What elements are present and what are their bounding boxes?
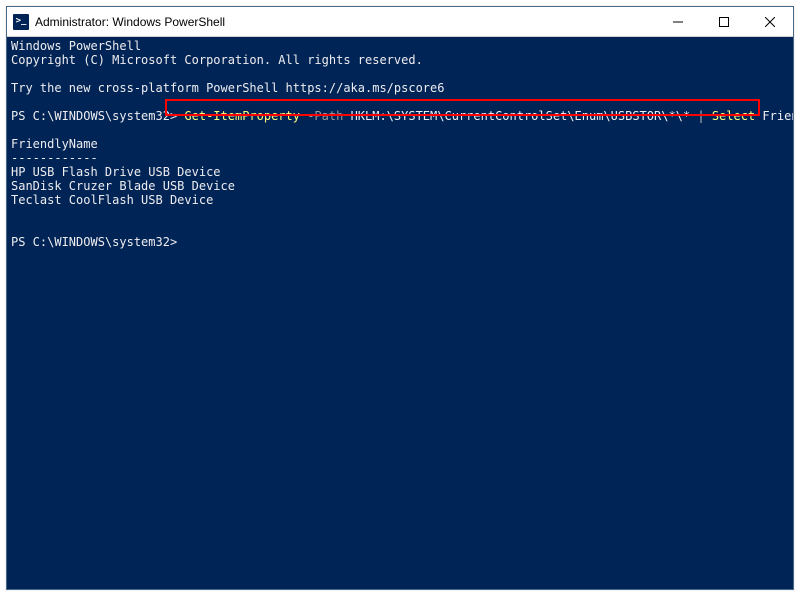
window-controls xyxy=(655,7,793,36)
powershell-icon-glyph: >_ xyxy=(16,17,27,26)
banner-line1: Windows PowerShell xyxy=(11,39,141,53)
minimize-icon xyxy=(673,17,683,27)
param-path-value: HKLM:\SYSTEM\CurrentControlSet\Enum\USBS… xyxy=(351,109,691,123)
select-arg: FriendlyName xyxy=(762,109,793,123)
prompt-1: PS C:\WINDOWS\system32> xyxy=(11,109,184,123)
banner-line2: Copyright (C) Microsoft Corporation. All… xyxy=(11,53,423,67)
terminal-body[interactable]: Windows PowerShell Copyright (C) Microso… xyxy=(7,37,793,589)
try-pscore-line: Try the new cross-platform PowerShell ht… xyxy=(11,81,444,95)
cmdlet-get-itemproperty: Get-ItemProperty xyxy=(184,109,300,123)
output-row: SanDisk Cruzer Blade USB Device xyxy=(11,179,235,193)
close-button[interactable] xyxy=(747,7,793,36)
output-row: HP USB Flash Drive USB Device xyxy=(11,165,221,179)
output-header: FriendlyName xyxy=(11,137,98,151)
cmdlet-select: Select xyxy=(712,109,763,123)
output-divider: ------------ xyxy=(11,151,98,165)
close-icon xyxy=(765,17,775,27)
param-path-name: -Path xyxy=(300,109,351,123)
maximize-icon xyxy=(719,17,729,27)
pipe-operator: | xyxy=(690,109,712,123)
titlebar: >_ Administrator: Windows PowerShell xyxy=(7,7,793,37)
minimize-button[interactable] xyxy=(655,7,701,36)
window-title: Administrator: Windows PowerShell xyxy=(35,15,225,29)
powershell-window: >_ Administrator: Windows PowerShell Win… xyxy=(6,6,794,590)
powershell-icon: >_ xyxy=(13,14,29,30)
prompt-2: PS C:\WINDOWS\system32> xyxy=(11,235,177,249)
output-row: Teclast CoolFlash USB Device xyxy=(11,193,213,207)
maximize-button[interactable] xyxy=(701,7,747,36)
